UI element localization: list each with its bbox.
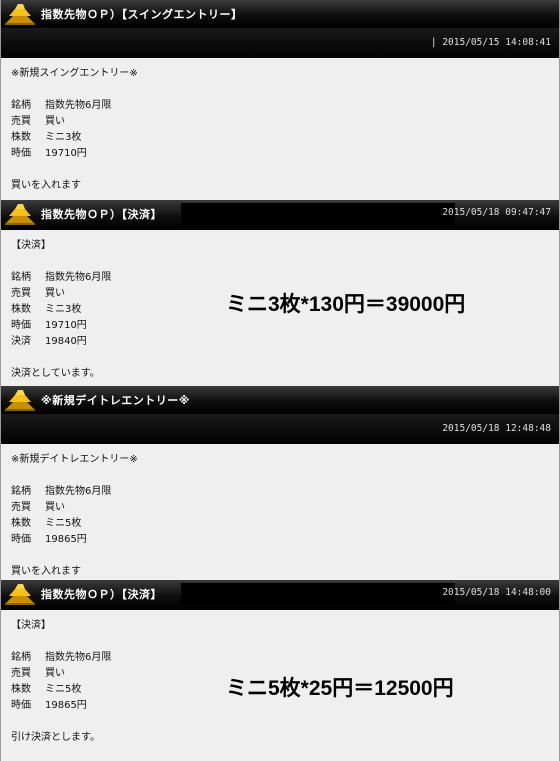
- redacted-bar: [181, 583, 455, 605]
- post-4: 指数先物ＯＰ）【決済】 2015/05/18 14:48:00 【決済】 銘柄 指…: [0, 580, 560, 761]
- row-value: 19710円: [45, 320, 87, 331]
- post-3: ※新規デイトレエントリー※ 2015/05/18 12:48:48 ※新規デイト…: [0, 386, 560, 580]
- row-kessai: 決済 19840円: [11, 334, 549, 350]
- row-key: 時価: [11, 148, 31, 159]
- post-header: 指数先物ＯＰ）【スイングエントリー】: [1, 0, 559, 28]
- post-subbar: | 2015/05/15 14:08:41: [1, 28, 559, 58]
- row-jika: 時価 19710円: [11, 146, 549, 162]
- post-subbar: 2015/05/18 12:48:48: [1, 414, 559, 444]
- post-title[interactable]: 指数先物ＯＰ）【決済】: [41, 206, 162, 222]
- post-header: ※新規デイトレエントリー※: [1, 386, 559, 414]
- row-key: 時価: [11, 320, 31, 331]
- row-key: 株数: [11, 684, 31, 695]
- redacted-bar: [181, 203, 455, 225]
- post-header: 指数先物ＯＰ）【決済】 2015/05/18 14:48:00: [1, 580, 559, 610]
- post-heading: 【決済】: [11, 620, 51, 631]
- row-key: 株数: [11, 132, 31, 143]
- post-date: 2015/05/18 09:47:47: [442, 207, 551, 218]
- row-key: 時価: [11, 700, 31, 711]
- row-key: 売買: [11, 116, 31, 127]
- row-value: 指数先物6月限: [45, 272, 112, 283]
- row-value: 19710円: [45, 148, 87, 159]
- post-1: 指数先物ＯＰ）【スイングエントリー】 | 2015/05/15 14:08:41…: [0, 0, 560, 200]
- row-meigara: 銘柄 指数先物6月限: [11, 98, 549, 114]
- row-value: 指数先物6月限: [45, 486, 112, 497]
- row-key: 銘柄: [11, 272, 31, 283]
- row-value: 買い: [45, 502, 65, 513]
- row-value: 買い: [45, 116, 65, 127]
- row-kabusu: 株数 ミニ3枚: [11, 130, 549, 146]
- gold-bars-icon: [5, 204, 35, 225]
- row-value: 指数先物6月限: [45, 652, 112, 663]
- row-value: 買い: [45, 668, 65, 679]
- row-key: 時価: [11, 534, 31, 545]
- row-key: 決済: [11, 336, 31, 347]
- row-value: 19865円: [45, 700, 87, 711]
- row-meigara: 銘柄 指数先物6月限: [11, 650, 549, 666]
- post-footer: 引け決済とします。: [11, 732, 100, 743]
- post-footer: 買いを入れます: [11, 566, 81, 577]
- post-title[interactable]: ※新規デイトレエントリー※: [41, 392, 190, 408]
- row-kabusu: 株数 ミニ5枚: [11, 516, 549, 532]
- gold-bars-icon: [5, 390, 35, 411]
- row-key: 銘柄: [11, 100, 31, 111]
- row-value: ミニ3枚: [45, 304, 82, 315]
- post-date: 2015/05/18 14:48:00: [442, 587, 551, 598]
- row-value: ミニ5枚: [45, 684, 82, 695]
- row-baibai: 売買 買い: [11, 114, 549, 130]
- row-key: 銘柄: [11, 486, 31, 497]
- row-value: 19865円: [45, 534, 87, 545]
- row-value: ミニ5枚: [45, 518, 82, 529]
- post-title[interactable]: 指数先物ＯＰ）【スイングエントリー】: [41, 6, 243, 22]
- row-jika: 時価 19710円: [11, 318, 549, 334]
- post-footer: 決済としています。: [11, 368, 100, 379]
- post-date: 2015/05/18 12:48:48: [442, 423, 551, 434]
- post-body: ※新規スイングエントリー※ 銘柄 指数先物6月限 売買 買い 株数 ミニ3枚 時価 19…: [1, 58, 559, 202]
- post-title[interactable]: 指数先物ＯＰ）【決済】: [41, 586, 162, 602]
- row-key: 銘柄: [11, 652, 31, 663]
- gold-bars-icon: [5, 4, 35, 25]
- profit-overlay: ミニ3枚*130円＝39000円: [226, 293, 466, 316]
- row-value: 指数先物6月限: [45, 100, 112, 111]
- gold-bars-icon: [5, 584, 35, 605]
- post-header: 指数先物ＯＰ）【決済】 2015/05/18 09:47:47: [1, 200, 559, 230]
- post-heading: 【決済】: [11, 240, 51, 251]
- row-value: 買い: [45, 288, 65, 299]
- row-key: 株数: [11, 304, 31, 315]
- post-body: ※新規デイトレエントリー※ 銘柄 指数先物6月限 売買 買い 株数 ミニ5枚 時価 19…: [1, 444, 559, 588]
- profit-overlay: ミニ5枚*25円＝12500円: [226, 677, 454, 700]
- row-baibai: 売買 買い: [11, 500, 549, 516]
- row-meigara: 銘柄 指数先物6月限: [11, 484, 549, 500]
- post-date: | 2015/05/15 14:08:41: [430, 37, 551, 48]
- post-heading: ※新規スイングエントリー※: [11, 68, 138, 79]
- row-key: 売買: [11, 502, 31, 513]
- row-meigara: 銘柄 指数先物6月限: [11, 270, 549, 286]
- row-key: 売買: [11, 288, 31, 299]
- post-heading: ※新規デイトレエントリー※: [11, 454, 138, 465]
- post-2: 指数先物ＯＰ）【決済】 2015/05/18 09:47:47 【決済】 銘柄 指…: [0, 200, 560, 386]
- row-key: 株数: [11, 518, 31, 529]
- row-jika: 時価 19865円: [11, 532, 549, 548]
- row-value: ミニ3枚: [45, 132, 82, 143]
- row-key: 売買: [11, 668, 31, 679]
- row-value: 19840円: [45, 336, 87, 347]
- post-footer: 買いを入れます: [11, 180, 81, 191]
